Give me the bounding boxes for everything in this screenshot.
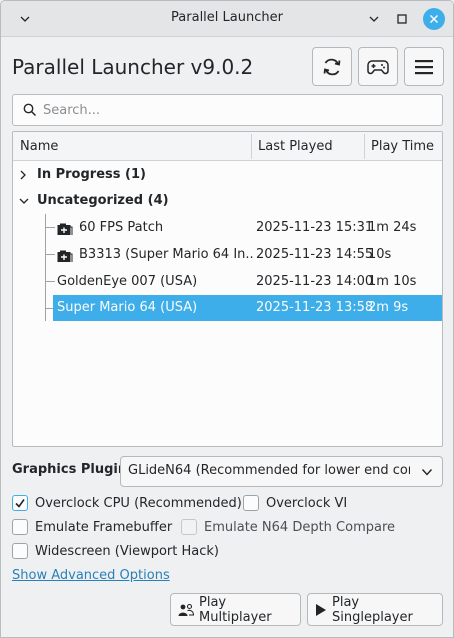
rom-name: B3313 (Super Mario 64 In... bbox=[79, 247, 253, 262]
widescreen-checkbox[interactable]: Widescreen (Viewport Hack) bbox=[12, 542, 219, 560]
table-row[interactable]: B3313 (Super Mario 64 In... 2025-11-23 1… bbox=[13, 242, 442, 268]
rom-last-played: 2025-11-23 13:58 bbox=[256, 300, 374, 315]
overclock-vi-checkbox[interactable]: Overclock VI bbox=[243, 494, 347, 512]
checkbox-unchecked-icon[interactable] bbox=[243, 495, 259, 511]
patch-icon bbox=[57, 221, 73, 235]
search-icon bbox=[23, 103, 37, 121]
hamburger-menu-icon bbox=[415, 59, 433, 74]
controller-settings-button[interactable] bbox=[358, 47, 398, 86]
emulate-framebuffer-checkbox[interactable]: Emulate Framebuffer bbox=[12, 518, 172, 536]
graphics-plugin-select[interactable]: GLideN64 (Recommended for lower end comp… bbox=[120, 456, 443, 487]
checkbox-unchecked-icon[interactable] bbox=[12, 519, 28, 535]
overclock-vi-label: Overclock VI bbox=[266, 495, 348, 511]
table-row-selected[interactable]: Super Mario 64 (USA) 2025-11-23 13:58 2m… bbox=[13, 295, 442, 321]
rom-list-tree[interactable]: Name Last Played Play Time In Progress (… bbox=[12, 131, 443, 447]
rom-name: Super Mario 64 (USA) bbox=[57, 300, 198, 315]
overclock-cpu-checkbox[interactable]: Overclock CPU (Recommended) bbox=[12, 494, 242, 512]
play-multiplayer-label: Play Multiplayer bbox=[199, 594, 272, 625]
checkbox-unchecked-icon[interactable] bbox=[12, 543, 28, 559]
graphics-plugin-value: GLideN64 (Recommended for lower end comp… bbox=[128, 463, 410, 478]
overclock-cpu-label: Overclock CPU (Recommended) bbox=[35, 495, 242, 511]
minimize-icon[interactable] bbox=[363, 8, 385, 30]
main-menu-button[interactable] bbox=[404, 47, 444, 86]
tree-group-uncategorized[interactable]: Uncategorized (4) bbox=[13, 188, 442, 214]
emulate-framebuffer-label: Emulate Framebuffer bbox=[35, 519, 173, 535]
table-row[interactable]: 60 FPS Patch 2025-11-23 15:31 1m 24s bbox=[13, 215, 442, 241]
column-header-name[interactable]: Name bbox=[13, 132, 251, 161]
group-label: In Progress (1) bbox=[37, 167, 146, 182]
maximize-icon[interactable] bbox=[391, 8, 413, 30]
window-title: Parallel Launcher bbox=[171, 10, 283, 25]
checkbox-unchecked-icon[interactable] bbox=[181, 519, 197, 535]
rom-play-time: 1m 24s bbox=[368, 220, 417, 235]
rom-name: 60 FPS Patch bbox=[79, 220, 164, 235]
rom-last-played: 2025-11-23 14:55 bbox=[256, 247, 374, 262]
widescreen-label: Widescreen (Viewport Hack) bbox=[35, 543, 219, 559]
refresh-icon bbox=[323, 58, 341, 75]
tree-header: Name Last Played Play Time bbox=[13, 132, 442, 161]
refresh-button[interactable] bbox=[312, 47, 352, 86]
patch-icon bbox=[57, 248, 73, 262]
play-singleplayer-label: Play Singleplayer bbox=[332, 594, 413, 625]
column-header-last-played[interactable]: Last Played bbox=[251, 132, 364, 161]
rom-play-time: 10s bbox=[368, 247, 392, 262]
column-header-play-time[interactable]: Play Time bbox=[364, 132, 442, 161]
rom-name: GoldenEye 007 (USA) bbox=[57, 274, 198, 289]
search-box[interactable] bbox=[12, 94, 443, 126]
main-window: Parallel Launcher Parallel Launcher v9.0… bbox=[0, 0, 454, 638]
tree-group-in-progress[interactable]: In Progress (1) bbox=[13, 162, 442, 188]
rom-last-played: 2025-11-23 14:00 bbox=[256, 274, 374, 289]
play-singleplayer-button[interactable]: Play Singleplayer bbox=[307, 593, 443, 626]
search-input[interactable] bbox=[43, 100, 433, 120]
checkbox-checked-icon[interactable] bbox=[12, 495, 28, 511]
gamepad-icon bbox=[367, 59, 389, 74]
table-row[interactable]: GoldenEye 007 (USA) 2025-11-23 14:00 1m … bbox=[13, 269, 442, 295]
rom-play-time: 2m 9s bbox=[368, 300, 409, 315]
title-bar: Parallel Launcher bbox=[1, 1, 453, 37]
multiplayer-icon bbox=[178, 603, 194, 617]
graphics-plugin-label: Graphics Plugin bbox=[12, 462, 128, 477]
rom-last-played: 2025-11-23 15:31 bbox=[256, 220, 374, 235]
emulate-depth-compare-checkbox[interactable]: Emulate N64 Depth Compare bbox=[181, 518, 395, 536]
play-icon bbox=[315, 603, 327, 617]
chevron-down-icon bbox=[421, 466, 433, 482]
rom-play-time: 1m 10s bbox=[368, 274, 417, 289]
app-title: Parallel Launcher v9.0.2 bbox=[12, 55, 254, 79]
group-label: Uncategorized (4) bbox=[37, 193, 169, 208]
close-icon[interactable] bbox=[423, 8, 445, 30]
show-advanced-options-link[interactable]: Show Advanced Options bbox=[12, 568, 170, 583]
emulate-depth-compare-label: Emulate N64 Depth Compare bbox=[204, 519, 396, 535]
play-multiplayer-button[interactable]: Play Multiplayer bbox=[170, 593, 301, 626]
